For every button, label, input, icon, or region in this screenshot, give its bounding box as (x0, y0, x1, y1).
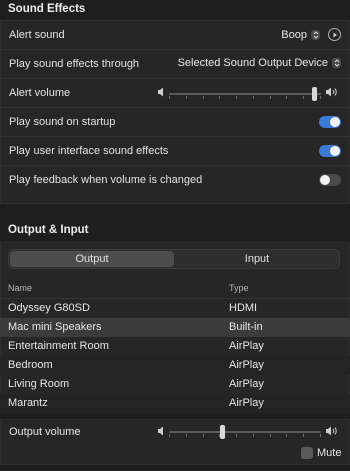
popup-stepper-icon (311, 29, 320, 40)
slider-tick (186, 96, 187, 99)
slider-tick (219, 96, 220, 99)
slider-tick (270, 434, 271, 437)
slider-tick (286, 434, 287, 437)
output-volume-label: Output volume (9, 426, 81, 438)
alert-volume-row: Alert volume (1, 79, 350, 108)
tab-output[interactable]: Output (10, 251, 174, 267)
device-name: Entertainment Room (8, 340, 109, 352)
play-through-label: Play sound effects through (9, 58, 140, 70)
volume-feedback-label: Play feedback when volume is changed (9, 174, 203, 186)
slider-tick (303, 434, 304, 437)
sound-effects-panel: Alert sound Boop Play sound effects thro… (0, 20, 350, 204)
slider-tick (270, 96, 271, 99)
slider-tick (203, 96, 204, 99)
speaker-low-icon (158, 87, 166, 100)
table-row[interactable]: Odyssey G80SD HDMI (0, 299, 350, 318)
device-name: Odyssey G80SD (8, 302, 90, 314)
volume-feedback-toggle[interactable] (319, 174, 341, 186)
slider-tick (253, 434, 254, 437)
popup-stepper-icon (332, 58, 341, 68)
column-header-type[interactable]: Type (229, 283, 249, 293)
slider-tick (320, 434, 321, 437)
play-icon[interactable] (328, 28, 341, 41)
device-type: Built-in (229, 321, 263, 333)
startup-sound-row: Play sound on startup (1, 108, 350, 137)
mute-label: Mute (317, 447, 342, 459)
slider-tick (320, 96, 321, 99)
play-through-value: Selected Sound Output Device (177, 57, 328, 69)
slider-tick (169, 96, 170, 99)
ui-sounds-toggle[interactable] (319, 145, 341, 157)
tab-input[interactable]: Input (175, 251, 339, 267)
ui-sounds-row: Play user interface sound effects (1, 137, 350, 166)
output-volume-panel: Output volume Mute (0, 419, 350, 465)
slider-tick (303, 96, 304, 99)
device-type: AirPlay (229, 359, 264, 371)
output-volume-slider[interactable] (169, 425, 321, 439)
mute-checkbox[interactable] (301, 447, 313, 459)
slider-tick (236, 434, 237, 437)
slider-thumb[interactable] (220, 425, 225, 439)
device-type: AirPlay (229, 340, 264, 352)
output-input-segmented-control: Output Input (8, 249, 340, 269)
table-row[interactable]: Bedroom AirPlay (0, 356, 350, 375)
slider-tick (169, 434, 170, 437)
speaker-low-icon (158, 426, 166, 439)
play-through-popup[interactable]: Selected Sound Output Device (178, 57, 341, 69)
slider-tick (253, 96, 254, 99)
alert-volume-slider[interactable] (169, 87, 321, 101)
startup-sound-toggle[interactable] (319, 116, 341, 128)
slider-thumb[interactable] (312, 87, 317, 101)
output-input-title: Output & Input (8, 224, 89, 236)
alert-sound-value: Boop (281, 28, 307, 41)
table-header: Name Type (0, 280, 350, 299)
alert-sound-row: Alert sound Boop (1, 21, 350, 50)
device-name: Marantz (8, 397, 48, 409)
speaker-high-icon (326, 87, 340, 100)
alert-volume-label: Alert volume (9, 87, 71, 99)
device-type: HDMI (229, 302, 258, 314)
slider-tick (286, 96, 287, 99)
table-row[interactable]: Marantz AirPlay (0, 394, 350, 413)
speaker-high-icon (326, 426, 340, 439)
device-table: Name Type Odyssey G80SD HDMI Mac mini Sp… (0, 280, 350, 413)
alert-sound-popup[interactable]: Boop (281, 28, 341, 41)
table-row[interactable]: Entertainment Room AirPlay (0, 337, 350, 356)
table-row[interactable]: Mac mini Speakers Built-in (0, 318, 350, 337)
table-row[interactable]: Living Room AirPlay (0, 375, 350, 394)
slider-tick (236, 96, 237, 99)
device-name: Living Room (8, 378, 70, 390)
play-through-row: Play sound effects through Selected Soun… (1, 50, 350, 79)
device-type: AirPlay (229, 397, 264, 409)
slider-tick (186, 434, 187, 437)
alert-sound-label: Alert sound (9, 29, 65, 41)
sound-effects-title: Sound Effects (8, 3, 86, 15)
slider-tick (203, 434, 204, 437)
device-type: AirPlay (229, 378, 264, 390)
column-header-name[interactable]: Name (8, 283, 32, 293)
startup-sound-label: Play sound on startup (9, 116, 116, 128)
device-name: Bedroom (8, 359, 53, 371)
device-name: Mac mini Speakers (8, 321, 102, 333)
volume-feedback-row: Play feedback when volume is changed (1, 166, 350, 195)
ui-sounds-label: Play user interface sound effects (9, 145, 169, 157)
